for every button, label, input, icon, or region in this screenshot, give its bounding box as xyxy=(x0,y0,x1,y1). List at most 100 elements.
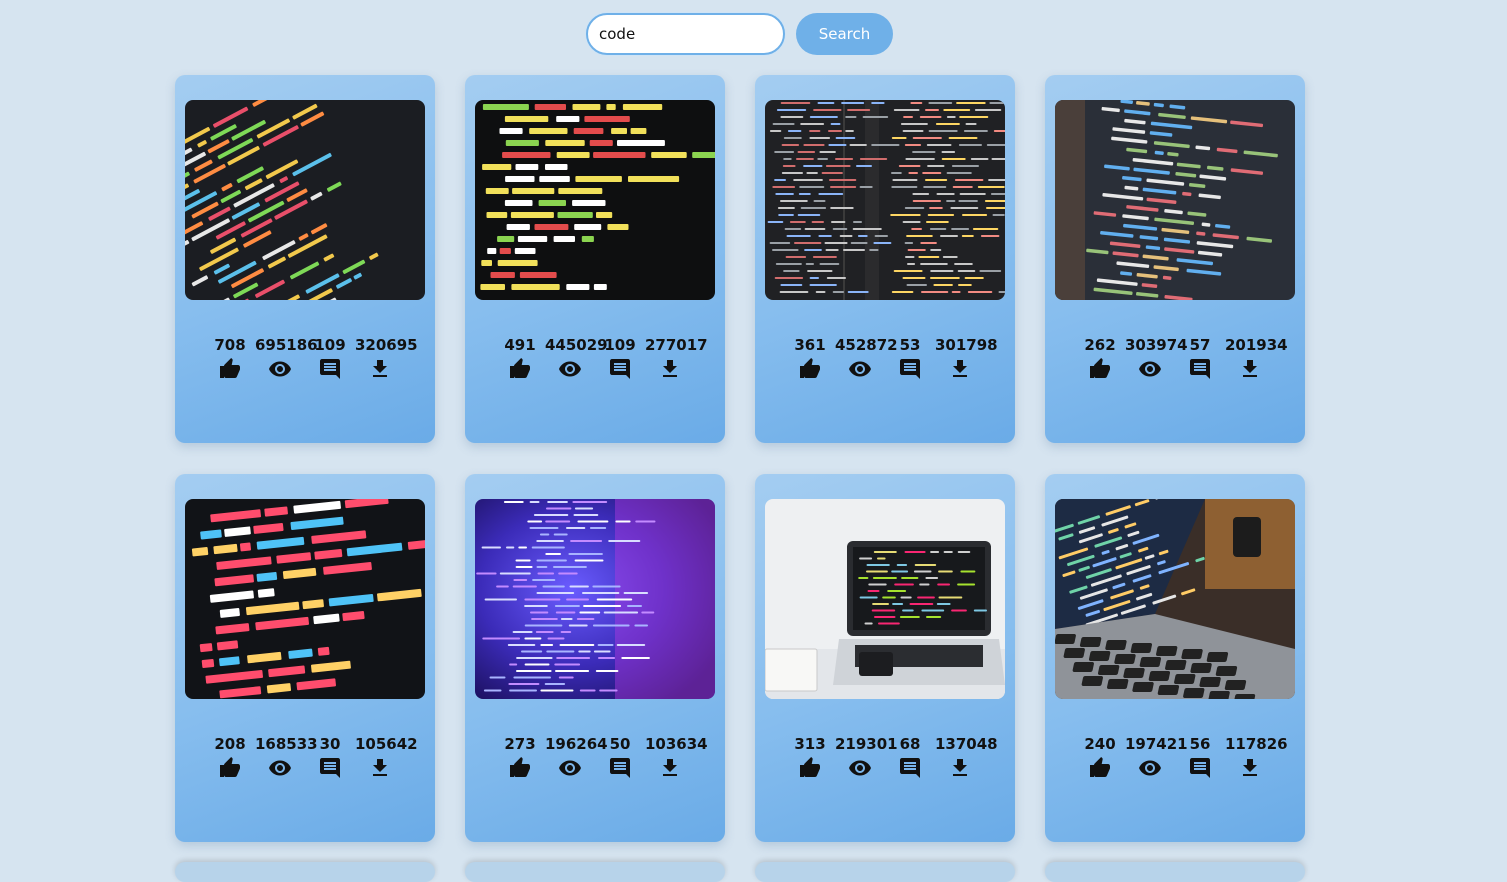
views-count: 197421 xyxy=(1125,735,1188,753)
likes-count: 262 xyxy=(1084,336,1116,354)
eye-icon xyxy=(545,357,595,381)
downloads-count: 137048 xyxy=(935,735,998,753)
javascript-code-on-monitor-image xyxy=(1055,100,1295,300)
image-card[interactable]: 313 219301 68 137048 xyxy=(755,474,1015,842)
comments-count: 109 xyxy=(604,336,636,354)
likes-count: 313 xyxy=(794,735,826,753)
downloads-count: 103634 xyxy=(645,735,708,753)
comment-icon xyxy=(595,357,645,381)
next-row-card-peek xyxy=(175,862,435,882)
comment-icon xyxy=(1175,357,1225,381)
download-icon[interactable] xyxy=(645,357,695,381)
comment-icon xyxy=(595,756,645,780)
image-card[interactable]: 273 196264 50 103634 xyxy=(465,474,725,842)
image-thumbnail[interactable] xyxy=(1055,499,1295,699)
comment-icon xyxy=(305,357,355,381)
thumb-up-icon xyxy=(785,357,835,381)
download-icon[interactable] xyxy=(1225,357,1275,381)
download-icon[interactable] xyxy=(1225,756,1275,780)
image-stats: 240 197421 56 117826 xyxy=(1075,736,1295,780)
code-editor-colorful-syntax-image xyxy=(185,100,425,300)
thumb-up-icon xyxy=(495,357,545,381)
search-input[interactable] xyxy=(586,13,785,55)
image-stats: 273 196264 50 103634 xyxy=(495,736,715,780)
comments-count: 50 xyxy=(609,735,631,753)
image-thumbnail[interactable] xyxy=(185,100,425,300)
downloads-count: 320695 xyxy=(355,336,418,354)
image-card[interactable]: 262 303974 57 201934 xyxy=(1045,75,1305,443)
image-card[interactable]: 361 452872 53 301798 xyxy=(755,75,1015,443)
likes-count: 208 xyxy=(214,735,246,753)
next-row-card-peek xyxy=(755,862,1015,882)
download-icon[interactable] xyxy=(355,357,405,381)
dark-code-editor-columns-image xyxy=(765,100,1005,300)
image-stats: 262 303974 57 201934 xyxy=(1075,337,1295,381)
thumb-up-icon xyxy=(495,756,545,780)
comments-count: 109 xyxy=(314,336,346,354)
jquery-scroll-code-image xyxy=(185,499,425,699)
image-thumbnail[interactable] xyxy=(765,499,1005,699)
comments-count: 56 xyxy=(1189,735,1211,753)
thumb-up-icon xyxy=(205,756,255,780)
image-card[interactable]: 240 197421 56 117826 xyxy=(1045,474,1305,842)
next-row-card-peek xyxy=(465,862,725,882)
image-stats: 708 695186 109 320695 xyxy=(205,337,425,381)
comment-icon xyxy=(1175,756,1225,780)
likes-count: 491 xyxy=(504,336,536,354)
thumb-up-icon xyxy=(205,357,255,381)
eye-icon xyxy=(255,756,305,780)
views-count: 196264 xyxy=(545,735,608,753)
image-card[interactable]: 208 168533 30 105642 xyxy=(175,474,435,842)
comments-count: 53 xyxy=(899,336,921,354)
views-count: 219301 xyxy=(835,735,898,753)
image-thumbnail[interactable] xyxy=(475,499,715,699)
thumb-up-icon xyxy=(1075,357,1125,381)
likes-count: 240 xyxy=(1084,735,1116,753)
download-icon[interactable] xyxy=(355,756,405,780)
downloads-count: 117826 xyxy=(1225,735,1288,753)
laptop-with-code-and-mug-image xyxy=(1055,499,1295,699)
comment-icon xyxy=(885,357,935,381)
comment-icon xyxy=(885,756,935,780)
image-grid: 708 695186 109 320695 491 445029 109 277017 36… xyxy=(175,75,1305,842)
views-count: 695186 xyxy=(255,336,318,354)
search-bar: Search xyxy=(586,13,893,55)
download-icon[interactable] xyxy=(645,756,695,780)
laptop-on-white-desk-image xyxy=(765,499,1005,699)
image-card[interactable]: 491 445029 109 277017 xyxy=(465,75,725,443)
views-count: 168533 xyxy=(255,735,318,753)
likes-count: 708 xyxy=(214,336,246,354)
downloads-count: 301798 xyxy=(935,336,998,354)
image-card[interactable]: 708 695186 109 320695 xyxy=(175,75,435,443)
eye-icon xyxy=(835,756,885,780)
downloads-count: 201934 xyxy=(1225,336,1288,354)
image-thumbnail[interactable] xyxy=(185,499,425,699)
comment-icon xyxy=(305,756,355,780)
likes-count: 361 xyxy=(794,336,826,354)
search-button[interactable]: Search xyxy=(796,13,893,55)
comments-count: 30 xyxy=(319,735,341,753)
html-code-on-dark-screen-image xyxy=(475,100,715,300)
image-stats: 208 168533 30 105642 xyxy=(205,736,425,780)
download-icon[interactable] xyxy=(935,756,985,780)
image-thumbnail[interactable] xyxy=(475,100,715,300)
image-thumbnail[interactable] xyxy=(1055,100,1295,300)
thumb-up-icon xyxy=(1075,756,1125,780)
image-thumbnail[interactable] xyxy=(765,100,1005,300)
comments-count: 68 xyxy=(899,735,921,753)
eye-icon xyxy=(545,756,595,780)
views-count: 452872 xyxy=(835,336,898,354)
views-count: 303974 xyxy=(1125,336,1188,354)
eye-icon xyxy=(835,357,885,381)
downloads-count: 105642 xyxy=(355,735,418,753)
thumb-up-icon xyxy=(785,756,835,780)
image-stats: 361 452872 53 301798 xyxy=(785,337,1005,381)
comments-count: 57 xyxy=(1189,336,1211,354)
eye-icon xyxy=(255,357,305,381)
download-icon[interactable] xyxy=(935,357,985,381)
likes-count: 273 xyxy=(504,735,536,753)
downloads-count: 277017 xyxy=(645,336,708,354)
image-stats: 491 445029 109 277017 xyxy=(495,337,715,381)
eye-icon xyxy=(1125,357,1175,381)
eye-icon xyxy=(1125,756,1175,780)
